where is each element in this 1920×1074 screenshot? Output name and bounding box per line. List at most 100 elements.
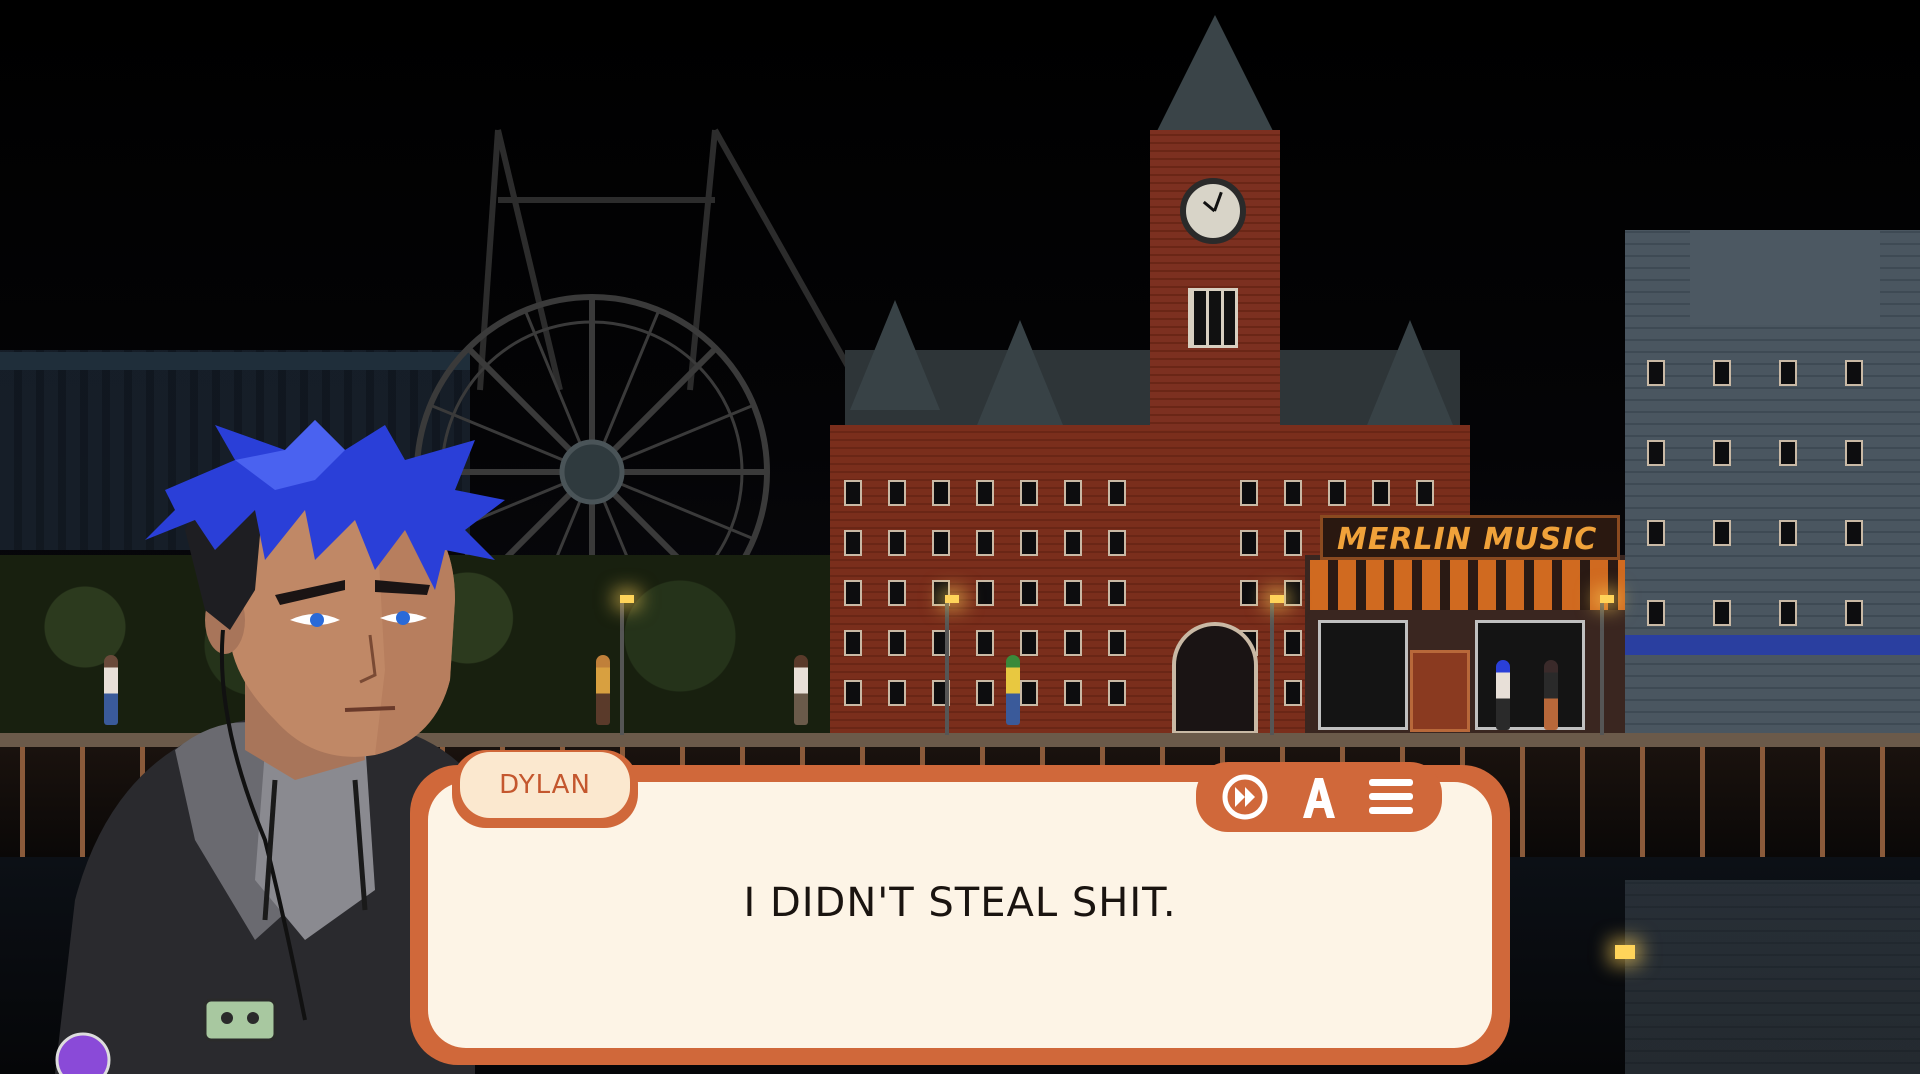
lamp-light <box>1270 595 1284 603</box>
building-window <box>976 630 994 656</box>
building-window <box>844 580 862 606</box>
store-awning <box>1310 560 1625 610</box>
building-window <box>1020 530 1038 556</box>
fast-forward-icon <box>1222 774 1268 820</box>
roof-spire <box>850 300 940 410</box>
building-window <box>1108 480 1126 506</box>
lamp-light <box>620 595 634 603</box>
tower-window <box>1188 288 1238 348</box>
roof-spire <box>975 320 1065 430</box>
building-window <box>1328 480 1346 506</box>
fast-forward-button[interactable] <box>1218 770 1272 824</box>
building-window <box>844 480 862 506</box>
dialogue-line: I DIDN'T STEAL SHIT. <box>743 880 1177 926</box>
store-door <box>1410 650 1470 732</box>
building-window <box>932 480 950 506</box>
building-window <box>888 580 906 606</box>
building-window <box>1372 480 1390 506</box>
building-window <box>1284 630 1302 656</box>
speaker-name: DYLAN <box>499 770 591 800</box>
building-window <box>1020 580 1038 606</box>
arched-doorway <box>1172 622 1258 735</box>
building-window <box>1779 600 1797 626</box>
pedestrian <box>596 655 610 725</box>
building-window <box>844 630 862 656</box>
pedestrian <box>794 655 808 725</box>
stadium-roof <box>0 352 470 370</box>
building-window <box>1284 530 1302 556</box>
pedestrian <box>1544 660 1558 730</box>
building-window <box>976 680 994 706</box>
pedestrian <box>1496 660 1510 730</box>
street-lamp <box>945 600 949 735</box>
building-window <box>844 680 862 706</box>
building-window <box>1713 440 1731 466</box>
building-window <box>1713 520 1731 546</box>
store-window <box>1475 620 1585 730</box>
building-window <box>1647 600 1665 626</box>
pedestrian <box>1006 655 1020 725</box>
building-window <box>1284 480 1302 506</box>
building-window <box>1108 530 1126 556</box>
game-stage[interactable]: MERLIN MUSIC DYLAN I DIDN'T STEAL SHIT. <box>0 0 1920 1074</box>
building-window <box>976 530 994 556</box>
building-window <box>976 580 994 606</box>
building-window <box>1647 440 1665 466</box>
building-window <box>1240 530 1258 556</box>
speaker-name-plate: DYLAN <box>460 752 630 818</box>
reflected-light <box>1615 945 1635 959</box>
lamp-light <box>1600 595 1614 603</box>
building-window <box>1064 530 1082 556</box>
store-sign-text: MERLIN MUSIC <box>1337 522 1598 557</box>
building-window <box>888 680 906 706</box>
building-reflection <box>1625 880 1920 1074</box>
blue-awning-band <box>1625 635 1920 655</box>
clock-icon <box>1180 178 1246 244</box>
building-window <box>1240 480 1258 506</box>
roof-spire <box>1365 320 1455 430</box>
building-window <box>1108 630 1126 656</box>
street-lamp <box>1270 600 1274 735</box>
menu-button[interactable] <box>1364 770 1418 824</box>
store-window <box>1318 620 1408 730</box>
building-window <box>1779 520 1797 546</box>
building-window <box>1020 680 1038 706</box>
building-window <box>1064 680 1082 706</box>
grey-building-top <box>1690 230 1880 325</box>
building-window <box>1779 360 1797 386</box>
building-window <box>1713 360 1731 386</box>
building-window <box>976 480 994 506</box>
building-window <box>1845 440 1863 466</box>
building-window <box>1713 600 1731 626</box>
building-window <box>1647 360 1665 386</box>
building-window <box>1284 580 1302 606</box>
text-settings-button[interactable] <box>1292 770 1346 824</box>
building-window <box>1064 480 1082 506</box>
building-window <box>932 530 950 556</box>
hamburger-menu-icon <box>1369 779 1413 814</box>
building-window <box>888 630 906 656</box>
clock-tower <box>1150 130 1280 430</box>
building-window <box>1845 520 1863 546</box>
building-window <box>1020 630 1038 656</box>
building-window <box>1284 680 1302 706</box>
building-window <box>1108 580 1126 606</box>
building-window <box>1064 580 1082 606</box>
building-window <box>1416 480 1434 506</box>
building-window <box>1240 580 1258 606</box>
building-window <box>1064 630 1082 656</box>
street-lamp <box>1600 600 1604 735</box>
street-lamp <box>620 600 624 735</box>
building-window <box>1845 360 1863 386</box>
building-window <box>1647 520 1665 546</box>
building-window <box>888 480 906 506</box>
building-window <box>1845 600 1863 626</box>
building-window <box>844 530 862 556</box>
lamp-light <box>945 595 959 603</box>
store-sign: MERLIN MUSIC <box>1320 515 1620 560</box>
font-letter-a-icon <box>1303 778 1335 818</box>
clock-tower-spire <box>1155 15 1275 135</box>
building-window <box>888 530 906 556</box>
building-window <box>1020 480 1038 506</box>
building-window <box>1779 440 1797 466</box>
